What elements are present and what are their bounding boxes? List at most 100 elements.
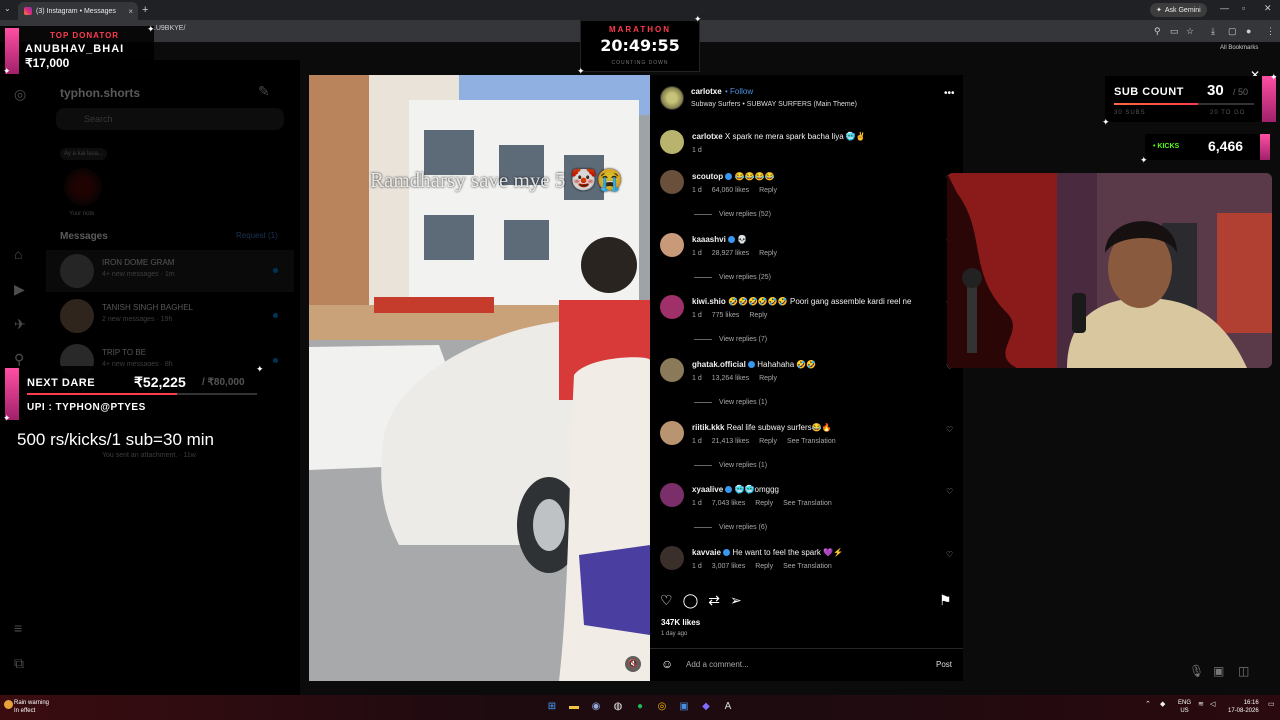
reply-button[interactable]: Reply: [759, 187, 777, 194]
obs-icon[interactable]: ◍: [611, 700, 625, 714]
zoom-icon[interactable]: ⚲: [1154, 26, 1161, 37]
url-text[interactable]: ...U9BKYE/: [150, 25, 185, 32]
view-replies-button[interactable]: View replies (7): [694, 336, 767, 343]
see-translation-link[interactable]: See Translation: [783, 563, 832, 570]
tab-instagram[interactable]: (3) Instagram • Messages ×: [18, 2, 138, 20]
repost-icon[interactable]: ⇄: [708, 592, 720, 608]
comment-avatar[interactable]: [660, 295, 684, 319]
comment-avatar[interactable]: [660, 130, 684, 154]
comment-likes[interactable]: 21,413 likes: [712, 438, 749, 445]
ask-gemini-button[interactable]: ✦ Ask Gemini: [1150, 3, 1207, 17]
post-comment-button[interactable]: Post: [936, 660, 952, 669]
reply-button[interactable]: Reply: [759, 375, 777, 382]
comment-likes[interactable]: 64,060 likes: [712, 187, 749, 194]
like-icon[interactable]: ♡: [660, 592, 673, 608]
tab-search-icon[interactable]: ⌄: [4, 4, 11, 13]
tab-close-icon[interactable]: ×: [128, 7, 133, 16]
save-icon[interactable]: ⚑: [939, 592, 952, 609]
search-input[interactable]: Search: [56, 108, 284, 130]
system-clock[interactable]: 16:16 17-08-2026: [1228, 699, 1259, 715]
follow-button[interactable]: • Follow: [725, 87, 753, 96]
comment-likes[interactable]: 7,043 likes: [712, 500, 745, 507]
more-options-icon[interactable]: •••: [944, 88, 955, 99]
window-close-icon[interactable]: ✕: [1264, 3, 1272, 14]
notifications-icon[interactable]: ▭: [1268, 700, 1275, 708]
star-icon[interactable]: ☆: [1186, 26, 1194, 37]
chrome-icon[interactable]: ◎: [655, 700, 669, 714]
reply-button[interactable]: Reply: [759, 250, 777, 257]
comment-likes[interactable]: 13,264 likes: [712, 375, 749, 382]
likes-count[interactable]: 347K likes: [661, 618, 700, 627]
new-tab-button[interactable]: +: [142, 4, 148, 16]
note-bubble[interactable]: Ay a kai lasa...: [60, 148, 107, 160]
instagram-logo-icon[interactable]: ◎: [14, 86, 26, 103]
file-explorer-icon[interactable]: ▬: [567, 700, 581, 714]
compose-icon[interactable]: ✎: [258, 83, 270, 100]
account-username[interactable]: typhon.shorts: [60, 86, 140, 100]
conversation-row[interactable]: IRON DOME GRAM 4+ new messages · 1m: [46, 250, 294, 292]
comment-like-icon[interactable]: ♡: [946, 487, 953, 496]
audio-track[interactable]: Subway Surfers • SUBWAY SURFERS (Main Th…: [691, 101, 857, 108]
comment-avatar[interactable]: [660, 170, 684, 194]
weather-widget[interactable]: Rain warning In effect: [14, 699, 49, 715]
post-video[interactable]: [309, 75, 650, 681]
volume-icon[interactable]: ◁: [1210, 700, 1215, 708]
steam-icon[interactable]: ◉: [589, 700, 603, 714]
reply-button[interactable]: Reply: [755, 563, 773, 570]
minimize-icon[interactable]: —: [1220, 3, 1229, 13]
microphone-icon[interactable]: 🎙: [1189, 664, 1204, 678]
comment-avatar[interactable]: [660, 483, 684, 507]
sticker-icon[interactable]: ◫: [1238, 664, 1249, 678]
see-translation-link[interactable]: See Translation: [783, 500, 832, 507]
language-indicator[interactable]: ENG US: [1178, 699, 1191, 715]
author-avatar[interactable]: [660, 86, 684, 110]
view-replies-button[interactable]: View replies (1): [694, 462, 767, 469]
comment-username[interactable]: ghatak.official: [692, 360, 746, 369]
home-icon[interactable]: ⌂: [14, 246, 22, 262]
comment-likes[interactable]: 3,007 likes: [712, 563, 745, 570]
browser-menu-icon[interactable]: ⋮: [1266, 26, 1275, 37]
download-icon[interactable]: ⤓: [1211, 26, 1215, 37]
see-translation-link[interactable]: See Translation: [787, 438, 836, 445]
photos-icon[interactable]: ▣: [677, 700, 691, 714]
mute-icon[interactable]: 🔇: [625, 656, 641, 672]
tray-app-icon[interactable]: ◆: [1160, 700, 1165, 708]
comment-avatar[interactable]: [660, 233, 684, 257]
spotify-icon[interactable]: ●: [633, 700, 647, 714]
weather-warning-icon[interactable]: [4, 700, 13, 709]
reply-button[interactable]: Reply: [759, 438, 777, 445]
discord-icon[interactable]: ◆: [699, 700, 713, 714]
menu-icon[interactable]: ≡: [14, 620, 22, 636]
comment-username[interactable]: riitik.kkk: [692, 423, 724, 432]
messages-icon[interactable]: ✈: [14, 316, 26, 333]
conversation-row[interactable]: TANISH SINGH BAGHEL 2 new messages · 19h: [46, 295, 294, 337]
cast-icon[interactable]: ▭: [1170, 26, 1179, 37]
comment-likes[interactable]: 28,927 likes: [712, 250, 749, 257]
wifi-icon[interactable]: ≋: [1198, 700, 1204, 708]
note-avatar[interactable]: [64, 168, 102, 206]
emoji-icon[interactable]: ☺: [661, 657, 673, 671]
reply-button[interactable]: Reply: [755, 500, 773, 507]
add-comment-input[interactable]: Add a comment...: [686, 660, 749, 669]
capcut-icon[interactable]: A: [721, 700, 735, 714]
comment-avatar[interactable]: [660, 358, 684, 382]
comment-username[interactable]: kiwi.shio: [692, 297, 726, 306]
comment-avatar[interactable]: [660, 546, 684, 570]
comment-like-icon[interactable]: ♡: [946, 425, 953, 434]
view-replies-button[interactable]: View replies (6): [694, 524, 767, 531]
maximize-icon[interactable]: ▫: [1242, 3, 1245, 13]
comment-likes[interactable]: 775 likes: [712, 312, 740, 319]
author-username[interactable]: carlotxe: [691, 87, 722, 96]
comment-username[interactable]: xyaalive: [692, 485, 723, 494]
view-replies-button[interactable]: View replies (1): [694, 399, 767, 406]
reply-button[interactable]: Reply: [749, 312, 767, 319]
requests-link[interactable]: Request (1): [236, 231, 278, 240]
extensions-icon[interactable]: ▢: [1228, 26, 1237, 37]
comment-username[interactable]: carlotxe: [692, 132, 723, 141]
comment-username[interactable]: kavvaie: [692, 548, 721, 557]
comment-like-icon[interactable]: ♡: [946, 550, 953, 559]
view-replies-button[interactable]: View replies (25): [694, 274, 771, 281]
also-from-meta-icon[interactable]: ⧉: [14, 655, 24, 672]
all-bookmarks[interactable]: All Bookmarks: [1220, 45, 1258, 51]
profile-icon[interactable]: ●: [1246, 26, 1251, 36]
